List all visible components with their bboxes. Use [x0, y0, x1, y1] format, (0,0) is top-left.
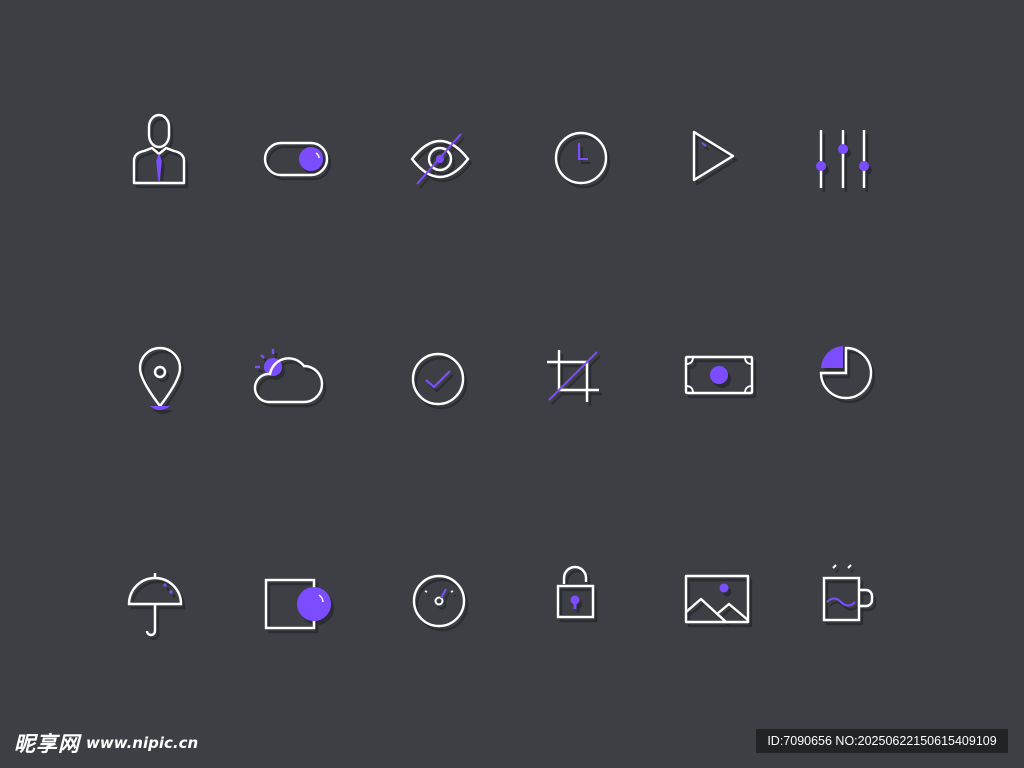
banknote-icon	[669, 326, 769, 426]
hot-mug-icon	[800, 550, 900, 650]
hidden-eye-icon	[390, 110, 490, 210]
umbrella-icon	[105, 552, 205, 652]
speedometer-icon	[389, 551, 489, 651]
equalizer-sliders-icon	[793, 108, 893, 208]
sun-cloud-icon	[240, 330, 340, 430]
businessman-icon	[109, 105, 209, 205]
landscape-image-icon	[667, 550, 767, 650]
play-icon	[664, 106, 764, 206]
crop-icon	[523, 326, 623, 426]
check-circle-icon	[388, 329, 488, 429]
icon-sheet: 昵享网 www.nipic.cn ID:7090656 NO:202506221…	[0, 0, 1024, 768]
watermark-logo: 昵享网 www.nipic.cn	[14, 728, 198, 758]
pie-chart-icon	[798, 322, 898, 422]
watermark-brand: 昵享网	[14, 732, 80, 756]
toggle-switch-icon	[246, 110, 346, 210]
square-circle-icon	[242, 552, 342, 652]
watermark-id-badge: ID:7090656 NO:20250622150615409109	[756, 729, 1008, 753]
map-pin-icon	[110, 330, 210, 430]
clock-icon	[531, 108, 631, 208]
unlocked-padlock-icon	[526, 550, 626, 650]
watermark-url: www.nipic.cn	[86, 734, 199, 752]
